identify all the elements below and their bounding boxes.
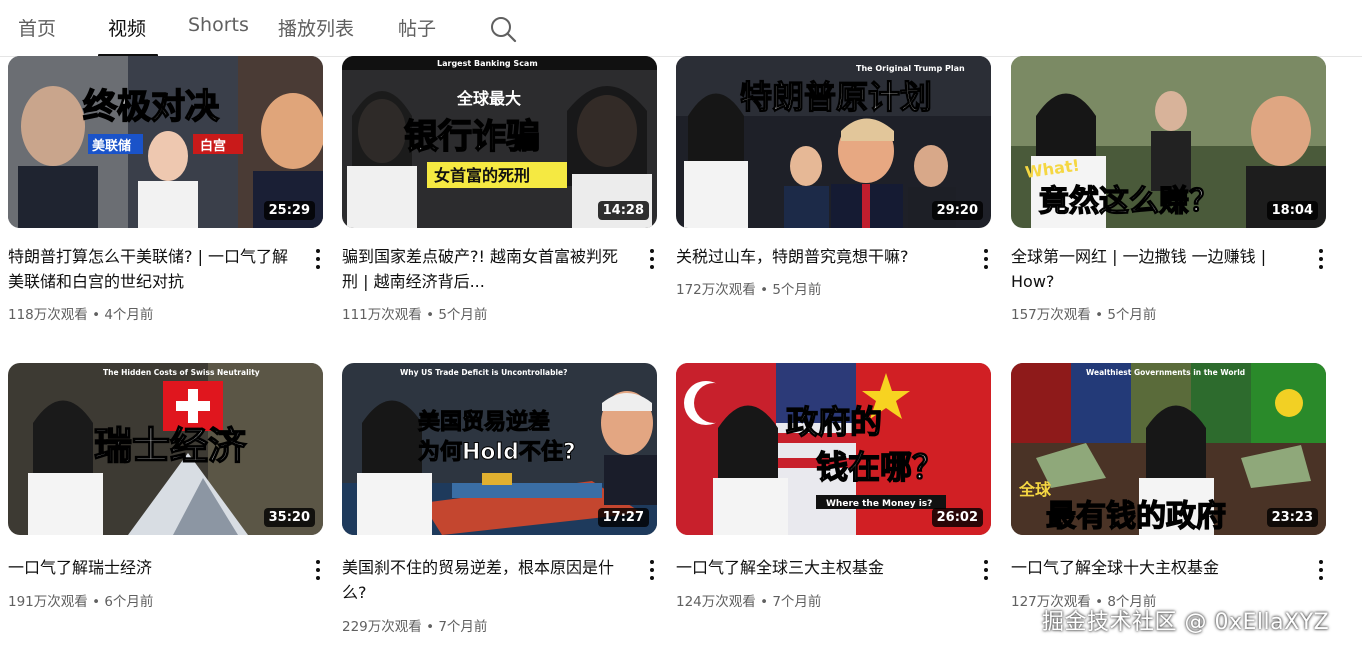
thumbnail-caption: The Original Trump Plan — [856, 64, 965, 73]
duration-badge: 23:23 — [1266, 508, 1318, 527]
video-thumbnail[interactable]: 终极对决 美联储 白宫 25:29 — [8, 56, 323, 228]
video-meta: 111万次观看 • 5个月前 — [342, 307, 488, 323]
video-title[interactable]: 一口气了解全球十大主权基金 — [1011, 555, 1296, 580]
video-title[interactable]: 关税过山车，特朗普究竟想干嘛? — [676, 244, 961, 269]
video-title[interactable]: 全球第一网红 | 一边撒钱 一边赚钱 | How? — [1011, 244, 1296, 294]
more-options-icon[interactable] — [307, 246, 329, 272]
thumbnail-label: 全球最大 — [456, 89, 521, 108]
view-count: 157万次观看 — [1011, 307, 1091, 323]
tab-videos[interactable]: 视频 — [108, 14, 146, 41]
thumbnail-caption: Largest Banking Scam — [437, 59, 538, 68]
thumbnail-label: 全球 — [1018, 480, 1052, 499]
thumbnail-headline: 政府的 — [786, 403, 882, 441]
video-meta: 118万次观看 • 4个月前 — [8, 307, 154, 323]
thumbnail-caption: Wealthiest Governments in the World — [1086, 368, 1245, 377]
thumbnail-label: 白宫 — [200, 138, 226, 154]
view-count: 191万次观看 — [8, 594, 88, 610]
video-thumbnail[interactable]: Why US Trade Deficit is Uncontrollable? … — [342, 363, 657, 535]
tab-shorts[interactable]: Shorts — [188, 14, 249, 36]
video-thumbnail[interactable]: What! 竟然这么赚？ 18:04 — [1011, 56, 1326, 228]
duration-badge: 14:28 — [597, 201, 649, 220]
video-title[interactable]: 骗到国家差点破产?! 越南女首富被判死刑 | 越南经济背后... — [342, 244, 627, 294]
video-title[interactable]: 一口气了解瑞士经济 — [8, 555, 293, 580]
view-count: 124万次观看 — [676, 594, 756, 610]
upload-age: 5个月前 — [772, 282, 822, 298]
duration-badge: 25:29 — [263, 201, 315, 220]
thumbnail-label: 美联储 — [92, 138, 131, 154]
upload-age: 7个月前 — [772, 594, 822, 610]
thumbnail-label: 女首富的死刑 — [434, 166, 530, 185]
video-card[interactable]: The Original Trump Plan 特朗普原计划 29:20 关税过… — [676, 56, 991, 326]
video-thumbnail[interactable]: 政府的 钱在哪？ Where the Money is? 26:02 — [676, 363, 991, 535]
thumbnail-headline: 为何Hold不住? — [418, 439, 576, 465]
thumbnail-caption: Why US Trade Deficit is Uncontrollable? — [400, 368, 567, 377]
thumbnail-headline: 银行诈骗 — [404, 117, 540, 157]
thumbnail-headline: 钱在哪？ — [816, 448, 944, 486]
video-card[interactable]: What! 竟然这么赚？ 18:04 全球第一网红 | 一边撒钱 一边赚钱 | … — [1011, 56, 1326, 326]
video-thumbnail[interactable]: The Hidden Costs of Swiss Neutrality 瑞士经… — [8, 363, 323, 535]
video-card[interactable]: Largest Banking Scam 全球最大 银行诈骗 女首富的死刑 14… — [342, 56, 657, 326]
thumbnail-headline: 特朗普原计划 — [740, 78, 932, 116]
upload-age: 6个月前 — [104, 594, 154, 610]
more-options-icon[interactable] — [1310, 557, 1332, 583]
watermark: 掘金技术社区 @ 0xEllaXYZ — [1042, 610, 1330, 635]
upload-age: 4个月前 — [104, 307, 154, 323]
search-icon[interactable] — [488, 14, 518, 44]
video-title[interactable]: 特朗普打算怎么干美联储? | 一口气了解美联储和白宫的世纪对抗 — [8, 244, 293, 294]
video-card[interactable]: Why US Trade Deficit is Uncontrollable? … — [342, 363, 657, 643]
view-count: 229万次观看 — [342, 619, 422, 635]
more-options-icon[interactable] — [307, 557, 329, 583]
video-card[interactable]: The Hidden Costs of Swiss Neutrality 瑞士经… — [8, 363, 323, 633]
duration-badge: 18:04 — [1266, 201, 1318, 220]
more-options-icon[interactable] — [975, 557, 997, 583]
thumbnail-headline: 终极对决 — [83, 87, 219, 127]
more-options-icon[interactable] — [641, 557, 663, 583]
thumbnail-headline: 最有钱的政府 — [1046, 499, 1226, 534]
thumbnail-caption: The Hidden Costs of Swiss Neutrality — [103, 368, 260, 377]
view-count: 172万次观看 — [676, 282, 756, 298]
duration-badge: 29:20 — [931, 201, 983, 220]
thumbnail-caption: Where the Money is? — [826, 499, 932, 509]
video-meta: 124万次观看 • 7个月前 — [676, 594, 822, 610]
video-meta: 157万次观看 • 5个月前 — [1011, 307, 1157, 323]
channel-tabs: 首页 视频 Shorts 播放列表 帖子 — [0, 0, 1362, 57]
view-count: 111万次观看 — [342, 307, 422, 323]
video-card[interactable]: Wealthiest Governments in the World 全球 最… — [1011, 363, 1326, 633]
duration-badge: 17:27 — [597, 508, 649, 527]
tab-playlists[interactable]: 播放列表 — [278, 14, 354, 41]
more-options-icon[interactable] — [641, 246, 663, 272]
video-meta: 191万次观看 • 6个月前 — [8, 594, 154, 610]
video-card[interactable]: 政府的 钱在哪？ Where the Money is? 26:02 一口气了解… — [676, 363, 991, 633]
video-title[interactable]: 美国刹不住的贸易逆差，根本原因是什么? — [342, 555, 627, 605]
video-thumbnail[interactable]: The Original Trump Plan 特朗普原计划 29:20 — [676, 56, 991, 228]
duration-badge: 35:20 — [263, 508, 315, 527]
video-thumbnail[interactable]: Wealthiest Governments in the World 全球 最… — [1011, 363, 1326, 535]
view-count: 118万次观看 — [8, 307, 88, 323]
video-card[interactable]: 终极对决 美联储 白宫 25:29 特朗普打算怎么干美联储? | 一口气了解美联… — [8, 56, 323, 326]
video-title[interactable]: 一口气了解全球三大主权基金 — [676, 555, 961, 580]
thumbnail-headline: 竟然这么赚？ — [1039, 184, 1219, 219]
tab-home[interactable]: 首页 — [18, 14, 56, 41]
upload-age: 7个月前 — [438, 619, 488, 635]
tab-posts[interactable]: 帖子 — [398, 14, 436, 41]
thumbnail-headline: 美国贸易逆差 — [418, 409, 550, 435]
thumbnail-headline: 瑞士经济 — [94, 424, 247, 468]
video-meta: 172万次观看 • 5个月前 — [676, 282, 822, 298]
upload-age: 5个月前 — [438, 307, 488, 323]
more-options-icon[interactable] — [1310, 246, 1332, 272]
upload-age: 5个月前 — [1107, 307, 1157, 323]
video-meta: 229万次观看 • 7个月前 — [342, 619, 488, 635]
video-thumbnail[interactable]: Largest Banking Scam 全球最大 银行诈骗 女首富的死刑 14… — [342, 56, 657, 228]
duration-badge: 26:02 — [931, 508, 983, 527]
more-options-icon[interactable] — [975, 246, 997, 272]
